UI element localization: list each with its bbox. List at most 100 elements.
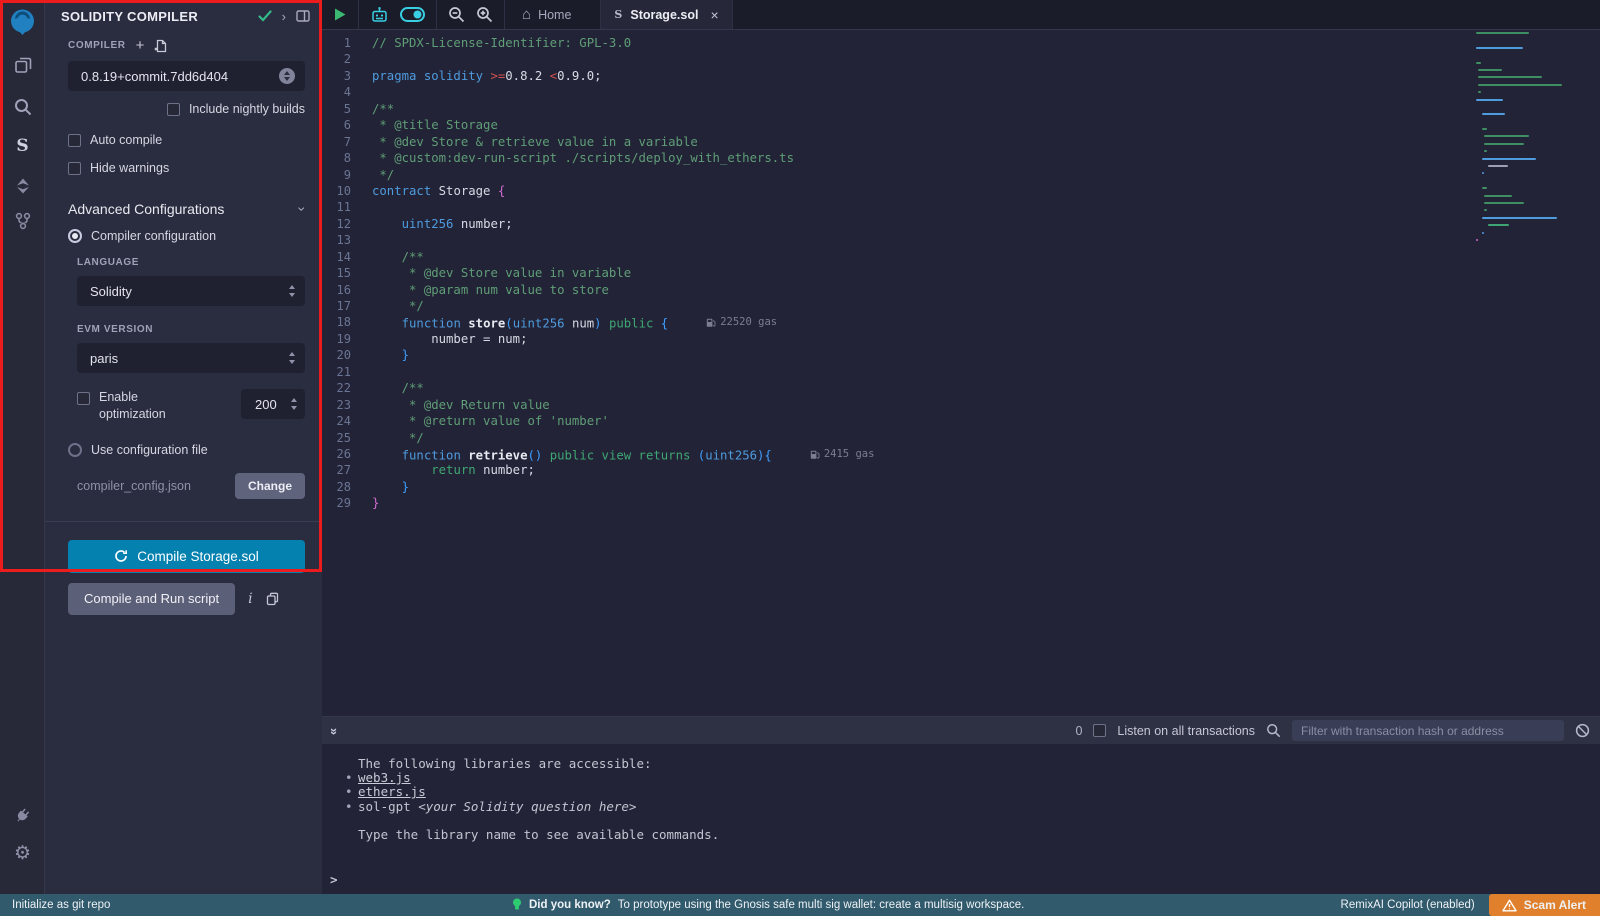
terminal-library-link[interactable]: ethers.js — [358, 784, 426, 799]
enable-optimization-label: Enable optimization — [99, 389, 185, 423]
solidity-file-icon: S — [614, 8, 622, 21]
terminal-line — [358, 814, 1600, 828]
language-select[interactable]: Solidity — [77, 276, 305, 306]
code-editor[interactable]: 1// SPDX-License-Identifier: GPL-3.023pr… — [322, 30, 1600, 716]
terminal-collapse-icon[interactable]: » — [327, 728, 342, 733]
terminal-library-link[interactable]: web3.js — [358, 770, 411, 785]
plugin-connect-icon[interactable] — [0, 204, 45, 238]
chevron-down-icon: › — [295, 207, 311, 212]
close-tab-icon[interactable]: × — [710, 7, 718, 23]
compiler-version-select[interactable]: 0.8.19+commit.7dd6d404 — [68, 61, 305, 91]
advanced-configurations-toggle[interactable]: Advanced Configurations › — [68, 201, 305, 217]
code-line[interactable]: 20 } — [322, 347, 1600, 363]
code-line[interactable]: 9 */ — [322, 167, 1600, 183]
copy-icon[interactable] — [266, 592, 279, 606]
transaction-filter-input[interactable] — [1292, 720, 1564, 741]
home-icon: ⌂ — [522, 7, 531, 22]
evm-version-select[interactable]: paris — [77, 343, 305, 373]
code-line[interactable]: 5/** — [322, 101, 1600, 117]
terminal-line: ethers.js — [358, 785, 1600, 799]
zoom-in-icon[interactable] — [476, 6, 493, 23]
code-line[interactable]: 29} — [322, 495, 1600, 511]
line-number: 15 — [322, 265, 372, 281]
tab-storage-sol[interactable]: S Storage.sol × — [600, 0, 732, 29]
terminal-output[interactable]: The following libraries are accessible:w… — [322, 744, 1600, 894]
use-configuration-file-radio[interactable] — [68, 443, 82, 457]
remixai-assistant-icon[interactable] — [370, 6, 389, 24]
copilot-toggle[interactable] — [400, 7, 425, 22]
editor-minimap[interactable] — [1476, 32, 1587, 246]
code-line[interactable]: 23 * @dev Return value — [322, 397, 1600, 413]
code-line[interactable]: 24 * @return value of 'number' — [322, 413, 1600, 429]
nightly-builds-checkbox[interactable] — [167, 103, 180, 116]
gas-estimate: 22520 gas — [706, 314, 777, 330]
remix-ide-window: S ⚙ SOLIDITY COMPILER — [0, 0, 1600, 916]
copilot-status[interactable]: RemixAI Copilot (enabled) — [1341, 899, 1475, 911]
search-icon[interactable] — [0, 90, 45, 124]
line-number: 12 — [322, 216, 372, 232]
code-line[interactable]: 22 /** — [322, 380, 1600, 396]
line-number: 21 — [322, 364, 372, 380]
enable-optimization-checkbox[interactable] — [77, 392, 90, 405]
code-line[interactable]: 7 * @dev Store & retrieve value in a var… — [322, 134, 1600, 150]
git-init-status[interactable]: Initialize as git repo — [12, 899, 110, 911]
code-line[interactable]: 10contract Storage { — [322, 183, 1600, 199]
terminal-prompt[interactable]: > — [330, 873, 338, 887]
panel-forward-icon[interactable]: › — [282, 9, 286, 24]
clear-console-icon[interactable] — [1575, 723, 1590, 738]
listen-transactions-checkbox[interactable] — [1093, 724, 1106, 737]
code-line[interactable]: 19 number = num; — [322, 331, 1600, 347]
tab-home[interactable]: ⌂ Home — [505, 0, 588, 29]
solidity-compiler-icon[interactable]: S — [0, 129, 45, 163]
settings-gear-icon[interactable]: ⚙ — [0, 836, 45, 870]
hide-warnings-checkbox[interactable] — [68, 162, 81, 175]
code-line[interactable]: 4 — [322, 84, 1600, 100]
file-explorer-icon[interactable] — [0, 48, 45, 82]
code-line[interactable]: 8 * @custom:dev-run-script ./scripts/dep… — [322, 150, 1600, 166]
compile-and-run-button[interactable]: Compile and Run script — [68, 583, 235, 615]
terminal-line: web3.js — [358, 771, 1600, 785]
activity-bar: S ⚙ — [0, 0, 45, 894]
lightbulb-icon — [512, 898, 522, 912]
panel-title: SOLIDITY COMPILER — [61, 9, 248, 24]
code-line[interactable]: 2 — [322, 51, 1600, 67]
scam-alert-badge[interactable]: Scam Alert — [1489, 894, 1600, 916]
code-line[interactable]: 12 uint256 number; — [322, 216, 1600, 232]
code-line[interactable]: 21 — [322, 364, 1600, 380]
code-line[interactable]: 14 /** — [322, 249, 1600, 265]
line-number: 2 — [322, 51, 372, 67]
compiler-configuration-radio[interactable] — [68, 229, 82, 243]
code-line[interactable]: 26 function retrieve() public view retur… — [322, 446, 1600, 462]
code-line[interactable]: 13 — [322, 232, 1600, 248]
run-script-play-button[interactable] — [322, 0, 359, 29]
info-icon[interactable]: i — [248, 591, 252, 607]
code-line[interactable]: 17 */ — [322, 298, 1600, 314]
compiler-version-value: 0.8.19+commit.7dd6d404 — [81, 69, 279, 84]
code-line[interactable]: 3pragma solidity >=0.8.2 <0.9.0; — [322, 68, 1600, 84]
line-number: 22 — [322, 380, 372, 396]
code-line[interactable]: 25 */ — [322, 430, 1600, 446]
auto-compile-checkbox[interactable] — [68, 134, 81, 147]
plugin-manager-icon[interactable] — [0, 798, 45, 832]
optimization-runs-input[interactable]: 200 — [241, 389, 305, 419]
code-line[interactable]: 27 return number; — [322, 462, 1600, 478]
change-config-button[interactable]: Change — [235, 473, 305, 499]
deploy-and-run-icon[interactable] — [0, 169, 45, 203]
code-line[interactable]: 6 * @title Storage — [322, 117, 1600, 133]
zoom-out-icon[interactable] — [448, 6, 465, 23]
compiler-configuration-label: Compiler configuration — [91, 229, 216, 243]
code-line[interactable]: 18 function store(uint256 num) public {2… — [322, 314, 1600, 330]
code-line[interactable]: 11 — [322, 199, 1600, 215]
code-line[interactable]: 15 * @dev Store value in variable — [322, 265, 1600, 281]
remix-logo-icon[interactable] — [6, 6, 39, 39]
terminal-line: sol-gpt <your Solidity question here> — [358, 800, 1600, 814]
code-line[interactable]: 28 } — [322, 479, 1600, 495]
pin-side-panel-icon[interactable] — [296, 10, 310, 22]
import-compiler-icon[interactable] — [154, 39, 167, 53]
select-arrows-icon — [289, 285, 295, 297]
line-number: 1 — [322, 35, 372, 51]
code-line[interactable]: 16 * @param num value to store — [322, 282, 1600, 298]
compile-button[interactable]: Compile Storage.sol — [68, 540, 305, 573]
code-line[interactable]: 1// SPDX-License-Identifier: GPL-3.0 — [322, 35, 1600, 51]
add-custom-compiler-icon[interactable]: + — [136, 38, 145, 53]
